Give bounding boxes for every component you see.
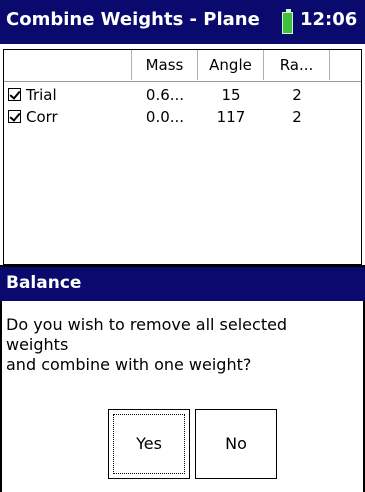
window-title: Combine Weights - Plane: [6, 9, 260, 30]
row-ra: 2: [292, 86, 302, 104]
dialog-message-line: weights: [6, 335, 69, 354]
row-angle: 15: [221, 86, 241, 104]
no-button[interactable]: No: [195, 409, 277, 479]
row-angle: 117: [216, 108, 246, 126]
checkbox-checked-icon[interactable]: [8, 110, 21, 123]
checkbox-checked-icon[interactable]: [8, 88, 21, 101]
row-name: Trial: [26, 86, 57, 104]
column-header-name[interactable]: [4, 50, 132, 80]
dialog-title-bar: Balance: [0, 267, 365, 301]
dialog-title: Balance: [6, 273, 82, 293]
dialog-message-line: and combine with one weight?: [6, 355, 252, 374]
row-name: Corr: [26, 108, 58, 126]
battery-icon: [282, 9, 293, 34]
dialog-message-line: Do you wish to remove all selected: [6, 315, 288, 334]
title-bar: Combine Weights - Plane 12:06: [0, 0, 365, 44]
row-ra: 2: [292, 108, 302, 126]
weights-list[interactable]: Mass Angle Ra... Trial 0.6... 15 2 Corr …: [3, 49, 362, 265]
row-mass: 0.0...: [145, 108, 185, 126]
list-item[interactable]: Trial 0.6... 15 2: [4, 84, 361, 106]
dialog-message: Do you wish to remove all selected weigh…: [6, 315, 287, 375]
column-header-angle[interactable]: Angle: [198, 50, 264, 80]
yes-button[interactable]: Yes: [108, 409, 190, 479]
dialog-body: Do you wish to remove all selected weigh…: [0, 301, 365, 492]
column-header-ra[interactable]: Ra...: [264, 50, 330, 80]
clock-time: 12:06: [300, 9, 358, 30]
row-mass: 0.6...: [145, 86, 185, 104]
column-header-mass[interactable]: Mass: [132, 50, 198, 80]
list-item[interactable]: Corr 0.0... 117 2: [4, 106, 361, 128]
list-header: Mass Angle Ra...: [4, 50, 361, 82]
